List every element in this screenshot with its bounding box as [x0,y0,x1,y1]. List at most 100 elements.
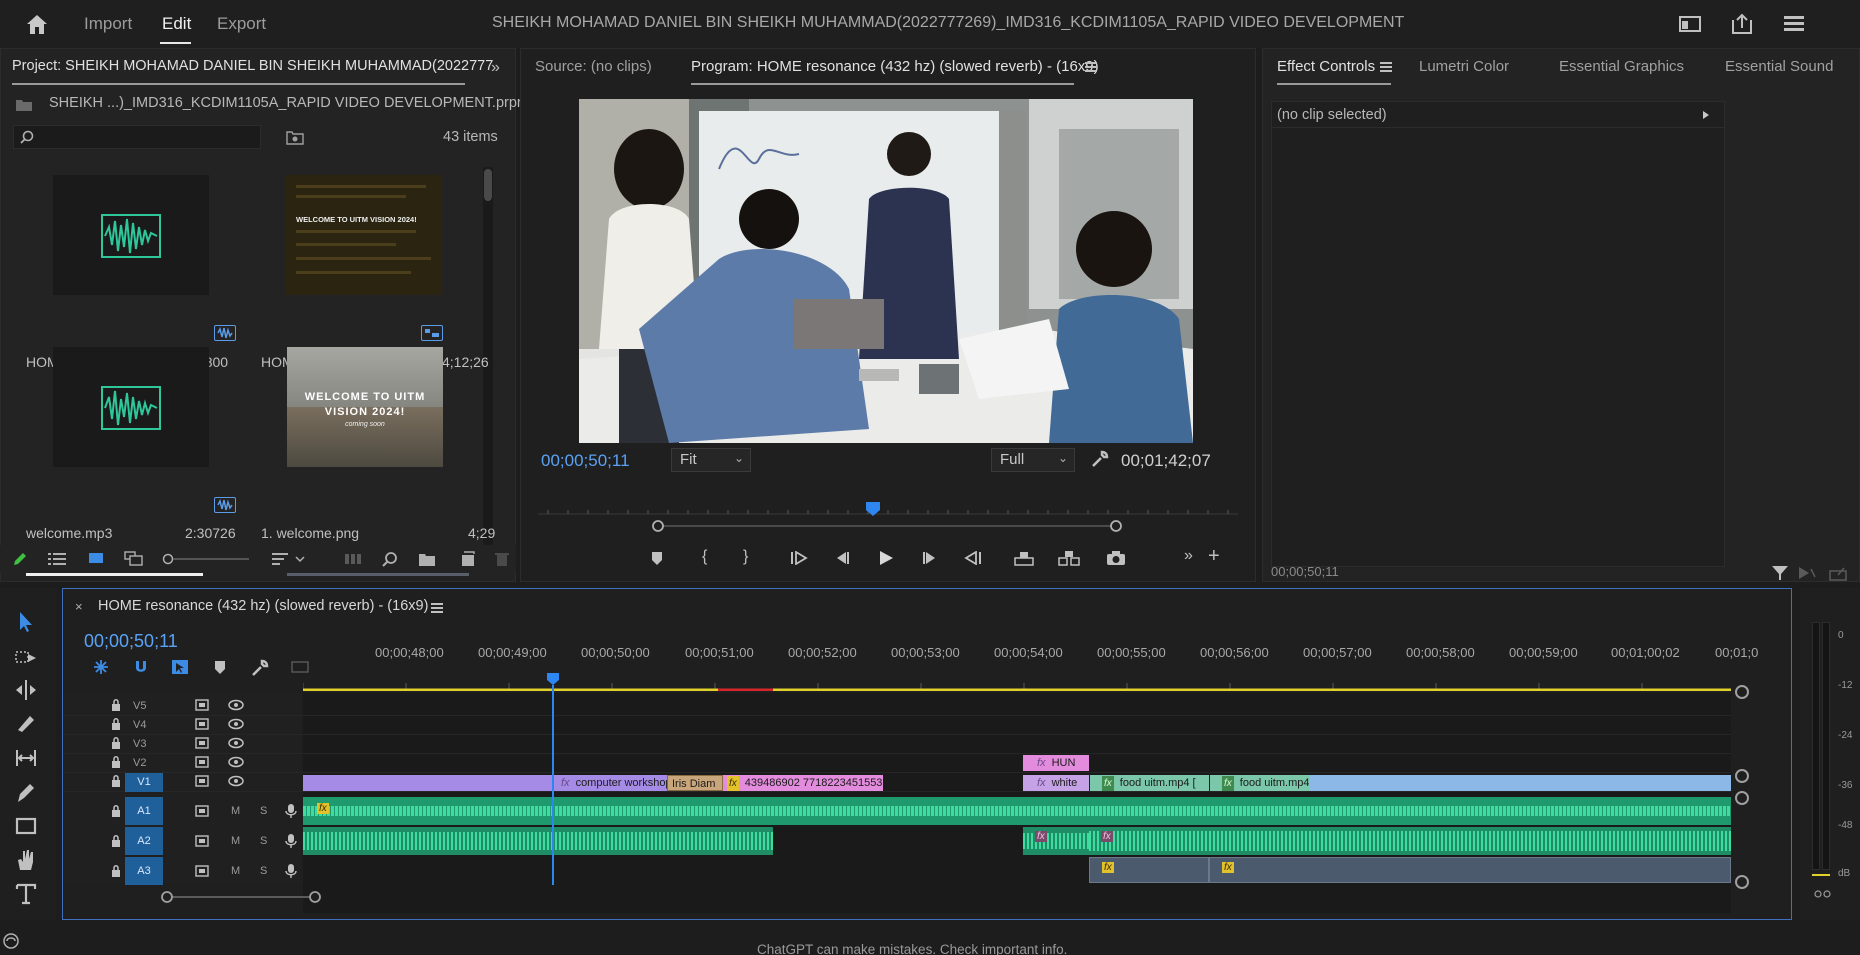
panel-menu-icon[interactable] [431,602,443,614]
tab-essential-sound[interactable]: Essential Sound [1725,58,1833,75]
timeline-ruler[interactable] [303,669,1731,691]
more-panels-icon[interactable]: » [491,59,500,77]
selection-tool-icon[interactable] [14,610,38,634]
mute-button[interactable]: M [231,805,240,817]
new-item-icon[interactable] [460,551,476,567]
track-label-a2[interactable]: A2 [125,827,163,855]
step-back-icon[interactable] [834,551,850,565]
eye-icon[interactable] [228,718,244,730]
timeline-clip[interactable]: fx food uitm.mp4 [ [1089,775,1209,791]
audio-clip-a2[interactable]: fx [1023,827,1089,855]
eye-icon[interactable] [228,756,244,768]
sync-lock-icon[interactable] [195,865,209,877]
export-clip-icon[interactable] [1829,565,1849,581]
timeline-clip[interactable]: fx computer workshop.mp4 [303,775,667,791]
lock-icon[interactable] [111,805,121,817]
trash-icon[interactable] [494,551,510,567]
ripple-edit-tool-icon[interactable] [14,678,38,702]
go-to-in-icon[interactable] [790,551,808,565]
find-bin-icon[interactable] [286,129,304,145]
sync-lock-icon[interactable] [195,718,209,730]
nest-icon[interactable] [93,659,109,675]
scrollbar-thumb[interactable] [484,169,492,201]
timeline-zoom-scrollbar[interactable] [161,891,321,903]
scroll-knob[interactable] [1735,791,1749,805]
tab-essential-graphics[interactable]: Essential Graphics [1559,58,1684,75]
close-icon[interactable]: × [75,599,83,614]
tab-import[interactable]: Import [84,14,132,34]
type-tool-icon[interactable] [14,882,38,906]
solo-button[interactable]: S [260,865,267,877]
program-video-frame[interactable] [579,99,1193,443]
timeline-current-timecode[interactable]: 00;00;50;11 [84,631,178,652]
program-scrub-bar[interactable] [538,500,1238,536]
microphone-icon[interactable] [285,863,297,879]
track-label-v5[interactable]: V5 [133,700,146,712]
solo-meter-icon[interactable] [1814,890,1832,898]
more-controls-icon[interactable]: » [1184,547,1193,565]
sort-icon[interactable] [272,551,308,567]
track-select-tool-icon[interactable] [14,644,38,668]
project-item-thumbnail[interactable] [53,347,209,467]
sync-lock-icon[interactable] [195,699,209,711]
panel-menu-icon[interactable] [1085,61,1097,73]
timeline-clip[interactable]: fx white [1023,775,1089,791]
track-label-v3[interactable]: V3 [133,738,146,750]
lock-icon[interactable] [111,835,121,847]
eye-icon[interactable] [228,775,244,787]
extract-icon[interactable] [1058,550,1080,566]
mark-in-icon[interactable]: { [702,548,707,566]
transition-clip[interactable]: Iris Diam [667,775,723,791]
tab-effect-controls[interactable]: Effect Controls [1277,58,1375,75]
play-audio-icon[interactable] [1797,565,1817,581]
find-icon[interactable] [382,551,398,567]
list-view-icon[interactable] [48,552,66,566]
microphone-icon[interactable] [285,833,297,849]
settings-wrench-icon[interactable] [1091,450,1109,468]
tab-lumetri-color[interactable]: Lumetri Color [1419,58,1509,75]
eye-icon[interactable] [228,699,244,711]
audio-clip-a2[interactable] [303,827,773,855]
project-item-thumbnail[interactable]: WELCOME TO UITM VISION 2024! [286,175,442,295]
track-label-v4[interactable]: V4 [133,719,146,731]
step-forward-icon[interactable] [922,551,938,565]
filter-icon[interactable] [1771,565,1789,581]
lift-icon[interactable] [1014,550,1034,566]
program-current-timecode[interactable]: 00;00;50;11 [541,451,630,471]
timeline-clip[interactable]: fx HUN [1023,755,1089,771]
snap-icon[interactable] [133,659,149,675]
expand-arrow-icon[interactable] [1702,110,1710,120]
mute-button[interactable]: M [231,865,240,877]
linked-selection-icon[interactable] [171,659,189,675]
project-search-input[interactable] [13,125,261,149]
playhead-handle[interactable] [546,672,560,686]
lock-icon[interactable] [111,865,121,877]
microphone-icon[interactable] [285,803,297,819]
project-item-thumbnail[interactable] [53,175,209,295]
share-icon[interactable] [1730,12,1754,36]
tab-source-monitor[interactable]: Source: (no clips) [535,58,652,75]
timeline-clip[interactable] [1309,775,1731,791]
hand-tool-icon[interactable] [14,848,38,872]
audio-clip-a3[interactable]: fx [1209,857,1731,883]
track-label-a1[interactable]: A1 [125,797,163,825]
razor-tool-icon[interactable] [14,712,38,736]
mark-out-icon[interactable]: } [743,548,748,566]
sync-status-icon[interactable] [2,932,20,950]
pen-tool-icon[interactable] [14,780,38,804]
playback-resolution-select[interactable]: Full ⌄ [991,448,1075,472]
eye-icon[interactable] [228,737,244,749]
sync-lock-icon[interactable] [195,775,209,787]
go-to-out-icon[interactable] [964,551,982,565]
add-marker-icon[interactable] [213,659,227,675]
lock-icon[interactable] [111,718,121,730]
track-label-v1[interactable]: V1 [125,773,163,792]
sync-lock-icon[interactable] [195,805,209,817]
project-panel-title[interactable]: Project: SHEIKH MOHAMAD DANIEL BIN SHEIK… [12,58,493,74]
track-label-a3[interactable]: A3 [125,857,163,885]
play-icon[interactable] [878,550,894,566]
project-item-thumbnail[interactable]: WELCOME TO UITM VISION 2024! coming soon [287,347,443,467]
workspace-icon[interactable] [1678,12,1702,36]
pencil-icon[interactable] [12,551,28,567]
tab-program-monitor[interactable]: Program: HOME resonance (432 hz) (slowed… [691,58,1099,75]
